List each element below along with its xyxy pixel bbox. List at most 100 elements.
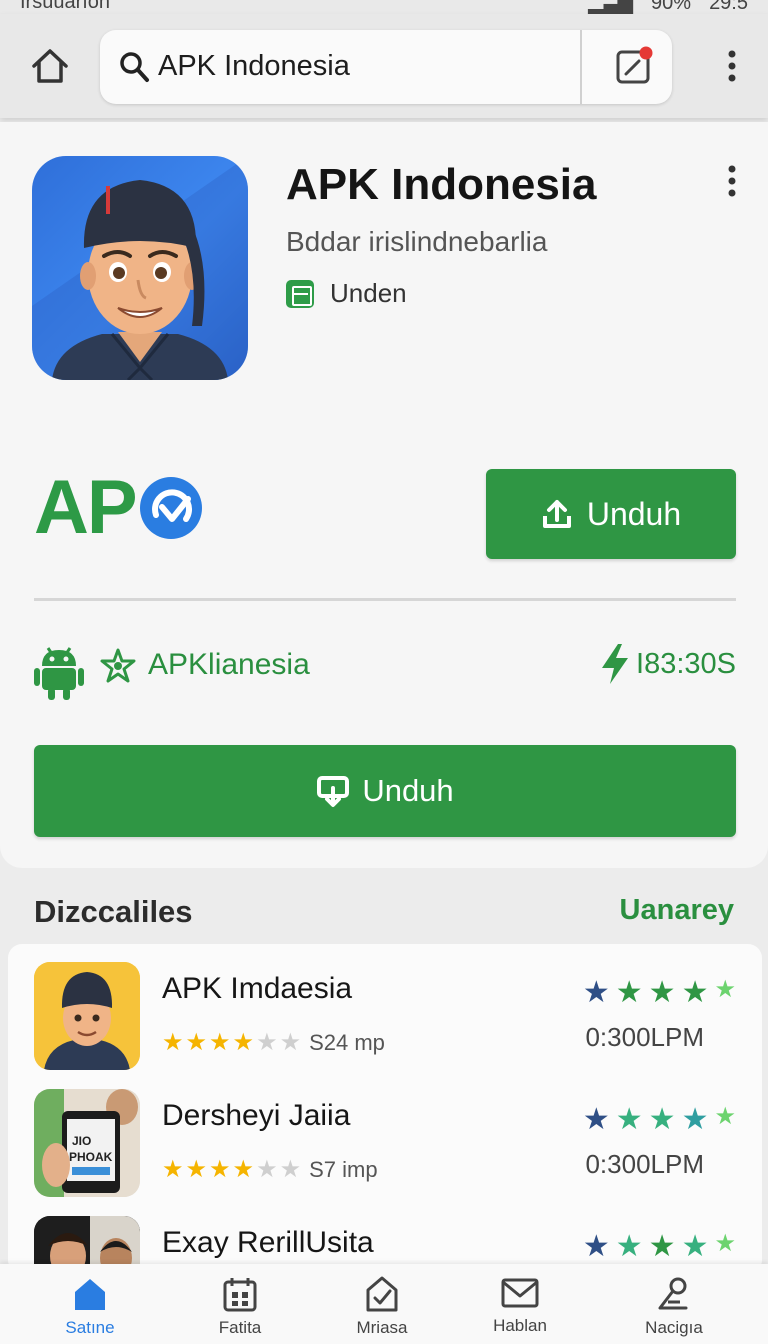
nav-item-calendar[interactable]: Fatita — [180, 1276, 300, 1342]
bottom-navigation: Satıne Fatita Mriasa Hablan Nacigıa — [0, 1264, 768, 1344]
list-item-time: 0:300LPM — [585, 1149, 704, 1179]
app-title: APK Indonesia — [286, 160, 597, 209]
section-see-all-link[interactable]: Uanarey — [620, 894, 734, 927]
star-icon: ★ — [162, 1156, 184, 1183]
tab-edit-icon — [616, 46, 653, 84]
home-button[interactable] — [26, 44, 74, 88]
nav-label: Satıne — [65, 1318, 115, 1337]
app-icon — [32, 156, 248, 380]
home-icon — [32, 49, 68, 83]
calendar-icon — [223, 1278, 257, 1312]
nav-item-home[interactable]: Satıne — [30, 1276, 150, 1342]
list-item-thumbnail — [34, 962, 140, 1070]
star-icon: ★ — [279, 1029, 302, 1056]
search-icon — [120, 52, 149, 82]
browser-menu-icon[interactable] — [722, 48, 742, 84]
address-text[interactable]: APK Indonesia — [158, 50, 350, 83]
category-icon — [286, 279, 314, 308]
related-apps-list: APK Imdaesia ★ ★ ★ ★ ★ ★ S24 mp ★ ★ ★ ★ … — [8, 944, 762, 1274]
browser-toolbar: APK Indonesia — [0, 14, 768, 118]
developer-name[interactable]: APKlianesia — [148, 648, 310, 682]
star-icon: ★ — [232, 1029, 255, 1056]
upload-icon — [542, 500, 571, 528]
list-item-rating: ★ ★ ★ ★ ★ ★ S7 imp — [162, 1157, 378, 1183]
star-icon: ★ — [714, 976, 736, 1003]
star-icon: ★ — [279, 1156, 302, 1183]
nav-item-edit[interactable]: Mriasa — [322, 1276, 442, 1342]
star-icon: ★ — [162, 1029, 184, 1056]
star-icon: ★ — [681, 1230, 709, 1263]
thumb-text-line2: PHOAK — [69, 1150, 113, 1164]
list-item-title: APK Imdaesia — [162, 972, 353, 1005]
star-icon: ★ — [256, 1029, 278, 1056]
star-icon: ★ — [209, 1029, 231, 1056]
star-icon — [100, 648, 136, 683]
star-icon: ★ — [681, 976, 709, 1009]
card-divider — [34, 598, 736, 601]
status-carrier: Irsuuarıon — [20, 0, 111, 13]
bolt-icon — [602, 644, 628, 684]
star-icon: ★ — [256, 1156, 278, 1183]
brand-logo-mark — [139, 477, 202, 539]
download-button[interactable]: Unduh — [486, 469, 736, 559]
app-subtitle: Bddar irislindnebarlia — [286, 226, 548, 257]
nav-label: Nacigıa — [645, 1318, 703, 1337]
star-icon: ★ — [582, 976, 610, 1009]
list-item[interactable]: APK Imdaesia ★ ★ ★ ★ ★ ★ S24 mp ★ ★ ★ ★ … — [8, 944, 762, 1070]
list-item-title: Exay RerillUsita — [162, 1226, 374, 1259]
download-full-label: Unduh — [362, 773, 454, 808]
nav-label: Mriasa — [356, 1318, 408, 1337]
thumb-text-line1: JIO — [72, 1134, 91, 1148]
battery-level: 90% — [651, 0, 692, 14]
star-icon: ★ — [615, 1103, 643, 1136]
brand-logo: AP — [34, 470, 204, 546]
android-icon — [34, 647, 84, 700]
star-icon: ★ — [615, 1230, 643, 1263]
address-divider — [580, 30, 582, 104]
star-icon: ★ — [615, 976, 643, 1009]
status-bar: Irsuuarıon ▂▄▆ 90% 29:5 — [0, 0, 768, 14]
pen-icon — [658, 1277, 688, 1310]
star-icon: ★ — [232, 1156, 255, 1183]
nav-label: Hablan — [493, 1316, 547, 1335]
star-icon: ★ — [185, 1029, 208, 1056]
app-category[interactable]: Unden — [286, 278, 407, 309]
mail-icon — [501, 1278, 539, 1308]
list-item[interactable]: Exay RerillUsita ★ ★ ★ ★ ★ — [8, 1198, 762, 1274]
list-item-stars: ★ ★ ★ ★ ★ — [583, 1232, 736, 1262]
list-item[interactable]: JIO PHOAK Dersheyi Jaiia ★ ★ ★ ★ ★ ★ S7 … — [8, 1071, 762, 1197]
star-icon: ★ — [714, 1230, 736, 1257]
status-right: ▂▄▆ 90% 29:5 — [588, 0, 748, 14]
section-title: Dizccaliles — [34, 894, 193, 929]
edit-icon — [366, 1276, 398, 1312]
star-icon: ★ — [185, 1156, 208, 1183]
star-icon: ★ — [648, 1103, 676, 1136]
star-icon: ★ — [209, 1156, 231, 1183]
status-time: 29:5 — [709, 0, 748, 14]
list-item-time: 0:300LPM — [585, 1022, 704, 1052]
list-item-size: S7 imp — [309, 1157, 378, 1182]
brand-logo-text: AP — [34, 465, 138, 550]
list-item-stars: ★ ★ ★ ★ ★ — [583, 978, 736, 1008]
download-full-button[interactable]: Unduh — [34, 745, 736, 837]
list-item-stars: ★ ★ ★ ★ ★ — [583, 1105, 736, 1135]
app-detail-card: APK Indonesia Bddar irislindnebarlia Und… — [0, 122, 768, 868]
nav-label: Fatita — [218, 1318, 262, 1337]
star-icon: ★ — [582, 1230, 610, 1263]
star-icon: ★ — [681, 1103, 709, 1136]
nav-item-pen[interactable]: Nacigıa — [614, 1276, 734, 1342]
nav-item-mail[interactable]: Hablan — [460, 1276, 580, 1342]
star-icon: ★ — [648, 1230, 676, 1263]
address-bar[interactable]: APK Indonesia — [100, 30, 672, 104]
star-icon: ★ — [714, 1103, 736, 1130]
list-item-title: Dersheyi Jaiia — [162, 1099, 351, 1132]
star-icon: ★ — [648, 976, 676, 1009]
list-item-thumbnail: JIO PHOAK — [34, 1089, 140, 1197]
star-icon: ★ — [582, 1103, 610, 1136]
download-button-label: Unduh — [586, 495, 682, 532]
app-menu-icon[interactable] — [724, 164, 740, 198]
tabs-button[interactable] — [612, 44, 656, 88]
signal-icon: ▂▄▆ — [588, 0, 634, 14]
update-time: I83:30S — [636, 648, 736, 680]
list-item-size: S24 mp — [309, 1030, 385, 1055]
